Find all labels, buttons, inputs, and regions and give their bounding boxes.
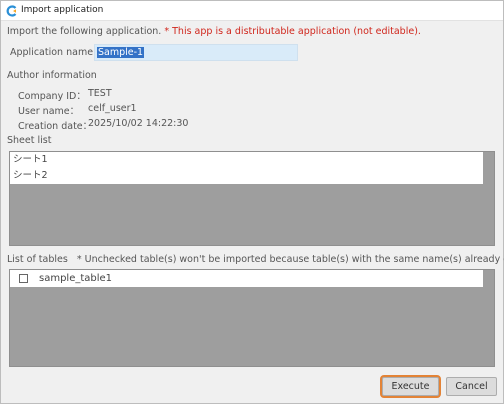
company-id-value: TEST (88, 88, 112, 99)
app-logo-icon (6, 5, 17, 17)
list-of-tables-heading: List of tables (7, 254, 68, 265)
table-row[interactable]: sample_table1 (10, 270, 483, 287)
cancel-button[interactable]: Cancel (446, 377, 497, 396)
title-bar: Import application (1, 1, 503, 21)
table-list-rows: sample_table1 (10, 270, 483, 287)
user-name-value: celf_user1 (88, 103, 137, 114)
company-id-label: Company ID： (18, 91, 86, 102)
table-name: sample_table1 (39, 273, 113, 284)
author-information-heading: Author information (7, 70, 97, 81)
user-name-label: User name： (18, 106, 80, 117)
table-checkbox[interactable] (19, 274, 28, 283)
application-name-input[interactable]: Sample-1 (94, 44, 298, 61)
list-item[interactable]: シート2 (10, 168, 483, 184)
unchecked-tables-note: * Unchecked table(s) won't be imported b… (76, 254, 504, 265)
intro-line: Import the following application. * This… (7, 26, 421, 37)
intro-text: Import the following application. (7, 26, 162, 37)
sheet-list-heading: Sheet list (7, 135, 52, 146)
window-title: Import application (21, 5, 104, 15)
creation-date-value: 2025/10/02 14:22:30 (88, 118, 189, 129)
sheet-list-rows: シート1 シート2 (10, 152, 483, 184)
not-editable-warning: * This app is a distributable applicatio… (164, 26, 421, 37)
creation-date-label: Creation date： (18, 121, 93, 132)
table-list[interactable]: sample_table1 (9, 269, 495, 367)
import-application-dialog: Import application Import the following … (0, 0, 504, 404)
application-name-value: Sample-1 (97, 47, 145, 58)
list-item[interactable]: シート1 (10, 152, 483, 168)
sheet-list[interactable]: シート1 シート2 (9, 151, 495, 246)
execute-button[interactable]: Execute (382, 377, 439, 396)
tables-heading-line: List of tables * Unchecked table(s) won'… (7, 254, 504, 265)
application-name-label: Application name (10, 47, 94, 58)
